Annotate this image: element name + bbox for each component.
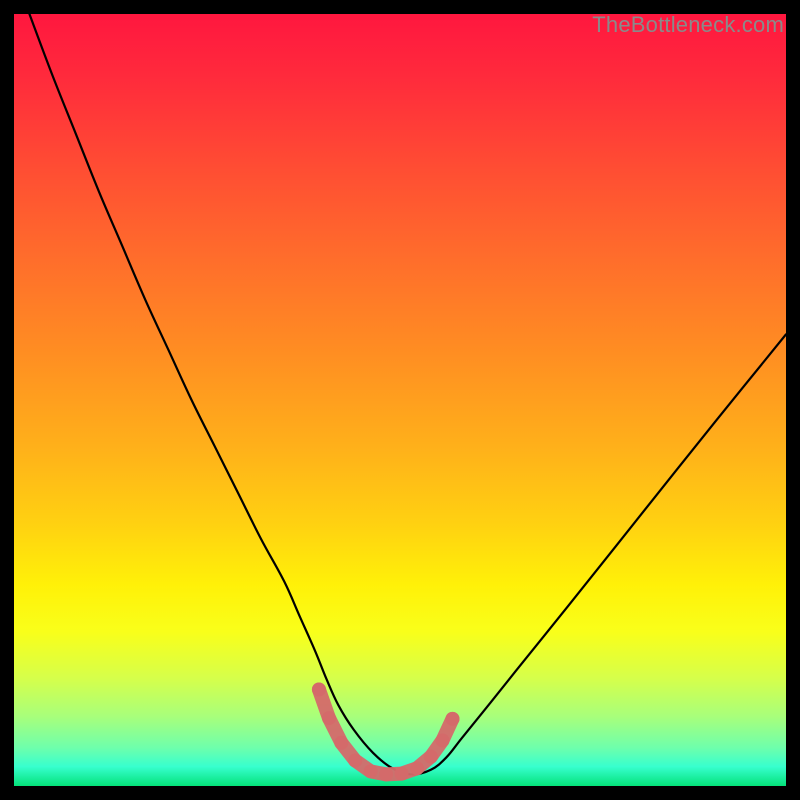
- marker-dot: [410, 761, 424, 775]
- chart-frame: TheBottleneck.com: [14, 14, 786, 786]
- marker-dot: [424, 750, 438, 764]
- marker-dot: [395, 767, 409, 781]
- watermark-label: TheBottleneck.com: [592, 12, 784, 38]
- marker-dot: [445, 712, 459, 726]
- marker-dot: [312, 683, 326, 697]
- marker-dot: [322, 711, 336, 725]
- marker-dot: [379, 767, 393, 781]
- marker-dot: [435, 733, 449, 747]
- marker-dot: [364, 764, 378, 778]
- gradient-background: [14, 14, 786, 786]
- chart-canvas: [14, 14, 786, 786]
- marker-dot: [334, 736, 348, 750]
- marker-dot: [348, 754, 362, 768]
